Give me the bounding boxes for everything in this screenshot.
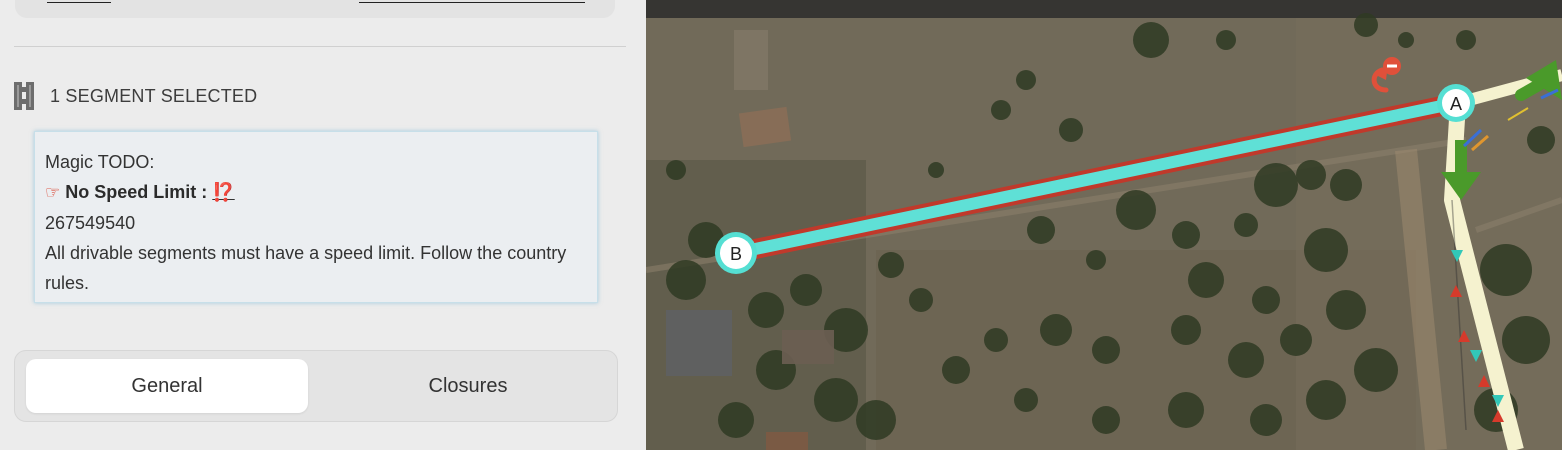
magic-todo-panel: Magic TODO: ☞ No Speed Limit : ⁉️ 267549… — [34, 131, 598, 303]
todo-rule-name: No Speed Limit : — [65, 182, 208, 202]
todo-heading: Magic TODO: — [45, 152, 155, 172]
tab-general[interactable]: General — [26, 359, 308, 413]
collapsed-card — [15, 0, 615, 18]
road-segment-icon — [14, 82, 34, 110]
card-link[interactable] — [47, 0, 111, 3]
divider — [14, 46, 626, 47]
segment-node-b[interactable]: B — [715, 232, 757, 274]
map-view[interactable]: A B — [646, 0, 1562, 450]
node-a-label: A — [1450, 94, 1462, 114]
card-link[interactable] — [359, 0, 585, 3]
todo-segment-id: 267549540 — [45, 213, 136, 233]
exclamation-question-icon[interactable]: ⁉️ — [212, 182, 234, 202]
sidebar: 1 SEGMENT SELECTED Magic TODO: ☞ No Spee… — [0, 0, 646, 450]
todo-rule: ☞ No Speed Limit : ⁉️ — [45, 177, 587, 208]
selection-title: 1 SEGMENT SELECTED — [50, 85, 258, 106]
todo-message: All drivable segments must have a speed … — [45, 243, 567, 293]
segment-tabs: General Closures — [14, 350, 618, 422]
tab-closures[interactable]: Closures — [327, 359, 609, 413]
pointing-hand-icon: ☞ — [45, 183, 61, 202]
satellite-map[interactable]: A B — [646, 0, 1562, 450]
node-b-label: B — [730, 244, 742, 264]
segment-node-a[interactable]: A — [1437, 84, 1475, 122]
selection-header: 1 SEGMENT SELECTED — [14, 82, 257, 110]
